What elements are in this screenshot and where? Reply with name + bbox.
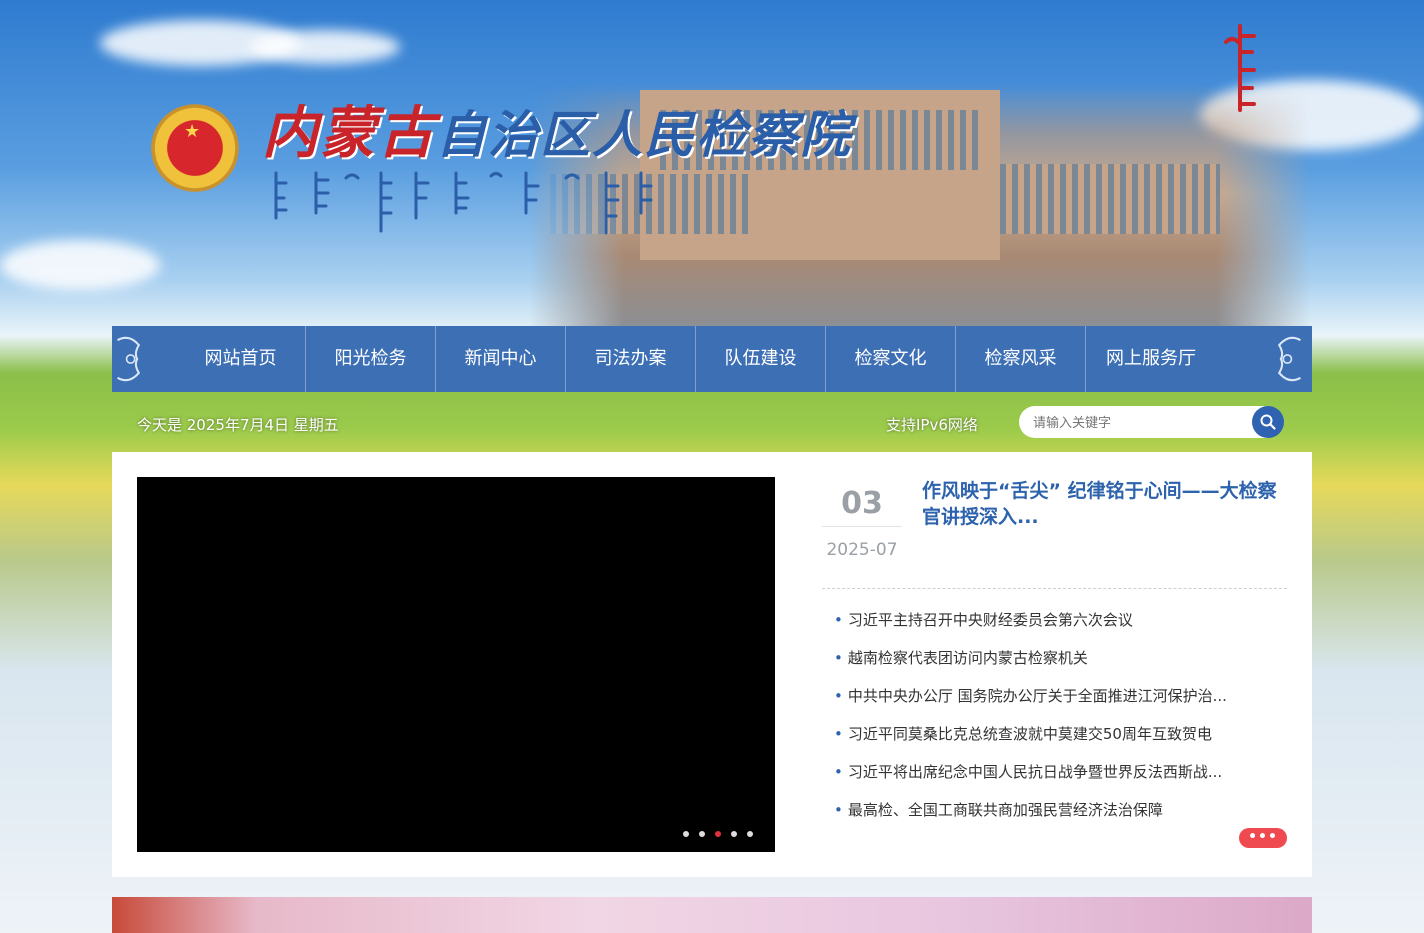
nav-list: 网站首页 阳光检务 新闻中心 司法办案 队伍建设 检察文化 检察风采 网上服务厅 [176, 326, 1216, 392]
news-item-title: 最高检、全国工商联共商加强民营经济法治保障 [847, 801, 1163, 819]
news-item[interactable]: • 习近平同莫桑比克总统查波就中莫建交50周年互致贺电 [834, 718, 1274, 756]
featured-month: 2025-07 [826, 540, 898, 560]
news-item[interactable]: • 最高检、全国工商联共商加强民营经济法治保障 [834, 794, 1274, 832]
news-item-title: 习近平主持召开中央财经委员会第六次会议 [847, 611, 1133, 629]
slider-dot[interactable] [747, 831, 753, 837]
nav-item-online-service-hall[interactable]: 网上服务厅 [1086, 326, 1216, 392]
bullet-icon: • [834, 801, 843, 819]
nav-item-team-building[interactable]: 队伍建设 [696, 326, 826, 392]
bullet-icon: • [834, 763, 843, 781]
slider-dot[interactable] [731, 831, 737, 837]
nav-item-procuratorial-culture[interactable]: 检察文化 [826, 326, 956, 392]
mongolian-script-mark [1224, 24, 1256, 112]
bullet-icon: • [834, 649, 843, 667]
news-item-title: 习近平同莫桑比克总统查波就中莫建交50周年互致贺电 [847, 725, 1212, 743]
news-item[interactable]: • 中共中央办公厅 国务院办公厅关于全面推进江河保护治... [834, 680, 1274, 718]
bullet-icon: • [834, 725, 843, 743]
video-slider[interactable] [137, 477, 775, 852]
site-title: 内蒙古自治区人民检察院 [262, 88, 852, 169]
nav-item-news-center[interactable]: 新闻中心 [436, 326, 566, 392]
current-date: 今天是 2025年7月4日 星期五 [137, 416, 339, 434]
nav-item-home[interactable]: 网站首页 [176, 326, 306, 392]
search-icon [1260, 414, 1276, 430]
slider-dots [683, 831, 753, 837]
news-item-title: 中共中央办公厅 国务院办公厅关于全面推进江河保护治... [847, 687, 1227, 705]
featured-date-divider [822, 526, 902, 527]
section-divider [822, 588, 1287, 589]
search-button[interactable] [1252, 406, 1284, 438]
more-button[interactable]: ••• [1239, 828, 1287, 848]
featured-day: 03 [841, 486, 883, 521]
news-item[interactable]: • 越南检察代表团访问内蒙古检察机关 [834, 642, 1274, 680]
news-item[interactable]: • 习近平主持召开中央财经委员会第六次会议 [834, 604, 1274, 642]
nav-item-sunshine-affairs[interactable]: 阳光检务 [306, 326, 436, 392]
search-box [1019, 406, 1283, 438]
featured-headline-link[interactable]: 作风映于“舌尖” 纪律铭于心间——大检察官讲授深入... [922, 478, 1282, 530]
bottom-banner-image [112, 897, 1312, 933]
slider-dot[interactable] [699, 831, 705, 837]
info-bar: 今天是 2025年7月4日 星期五 支持IPv6网络 [112, 404, 1312, 444]
news-panel: 03 2025-07 作风映于“舌尖” 纪律铭于心间——大检察官讲授深入... … [112, 452, 1312, 877]
news-item-title: 越南检察代表团访问内蒙古检察机关 [847, 649, 1088, 667]
news-item-title: 习近平将出席纪念中国人民抗日战争暨世界反法西斯战... [847, 763, 1223, 781]
mongolian-script-logo [274, 171, 653, 235]
nav-item-procuratorial-style[interactable]: 检察风采 [956, 326, 1086, 392]
search-input[interactable] [1031, 412, 1235, 434]
bullet-icon: • [834, 687, 843, 705]
main-nav: 网站首页 阳光检务 新闻中心 司法办案 队伍建设 检察文化 检察风采 网上服务厅 [112, 326, 1312, 392]
cloud-decoration [250, 30, 400, 64]
site-title-blue: 自治区人民检察院 [436, 105, 852, 164]
slider-dot[interactable] [683, 831, 689, 837]
site-title-red: 内蒙古 [262, 100, 436, 166]
ornament-left-icon [117, 336, 141, 382]
news-item[interactable]: • 习近平将出席纪念中国人民抗日战争暨世界反法西斯战... [834, 756, 1274, 794]
national-emblem-icon: ★ [148, 103, 242, 203]
cloud-decoration [0, 240, 160, 290]
slider-dot-active[interactable] [715, 831, 721, 837]
ipv6-support-text: 支持IPv6网络 [886, 416, 978, 434]
bullet-icon: • [834, 611, 843, 629]
site-header: ★ 内蒙古自治区人民检察院 [0, 0, 1424, 330]
news-list: • 习近平主持召开中央财经委员会第六次会议 • 越南检察代表团访问内蒙古检察机关 •… [834, 604, 1274, 832]
ornament-right-icon [1277, 336, 1301, 382]
nav-item-judicial-cases[interactable]: 司法办案 [566, 326, 696, 392]
